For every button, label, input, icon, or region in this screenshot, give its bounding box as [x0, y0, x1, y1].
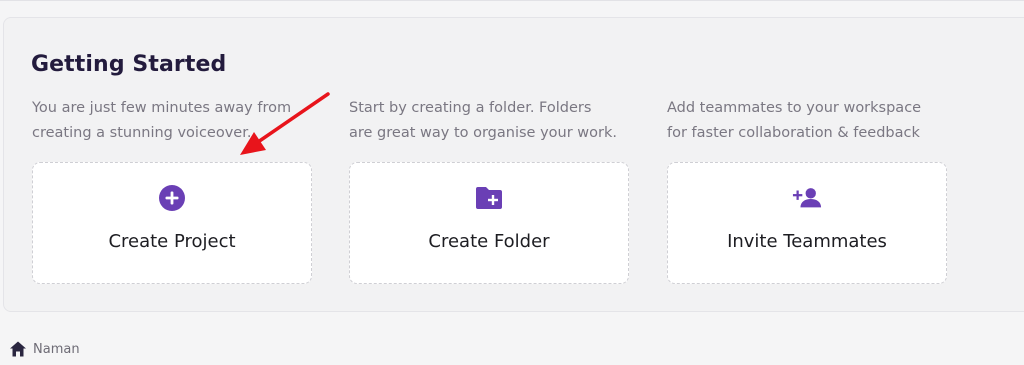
- create-project-description: You are just few minutes away from creat…: [32, 96, 332, 146]
- description-line: You are just few minutes away from: [32, 100, 292, 116]
- invite-teammates-card[interactable]: Invite Teammates: [667, 162, 947, 284]
- create-project-card[interactable]: Create Project: [32, 162, 312, 284]
- workspace-name: Naman: [33, 341, 80, 357]
- top-divider: [0, 0, 1024, 1]
- create-folder-card[interactable]: Create Folder: [349, 162, 629, 284]
- invite-teammates-description: Add teammates to your workspace for fast…: [667, 96, 967, 146]
- create-folder-description: Start by creating a folder. Folders are …: [349, 96, 649, 146]
- home-icon: [10, 341, 26, 357]
- description-line: Start by creating a folder. Folders: [349, 100, 592, 116]
- invite-teammates-label: Invite Teammates: [727, 231, 887, 252]
- section-title: Getting Started: [31, 52, 227, 77]
- create-project-label: Create Project: [108, 231, 236, 252]
- workspace-breadcrumb[interactable]: Naman: [9, 340, 80, 358]
- description-line: Add teammates to your workspace: [667, 100, 922, 116]
- create-folder-label: Create Folder: [428, 231, 550, 252]
- description-line: for faster collaboration & feedback: [667, 125, 920, 141]
- add-circle-icon: [157, 183, 187, 213]
- description-line: creating a stunning voiceover.: [32, 125, 252, 141]
- folder-add-icon: [474, 183, 504, 213]
- person-add-icon: [792, 183, 822, 213]
- description-line: are great way to organise your work.: [349, 125, 617, 141]
